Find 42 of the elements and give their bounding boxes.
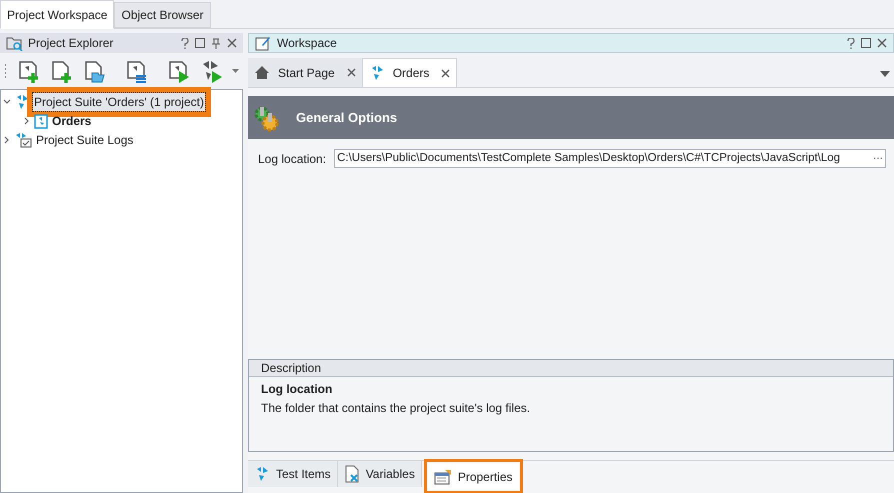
bottom-tab[interactable]: Test Items <box>248 461 338 487</box>
collapsed-chevron-icon[interactable] <box>23 116 31 124</box>
edit-window-icon <box>255 35 271 51</box>
input-field[interactable]: C:\Users\Public\Documents\TestComplete Samples\Desktop\Orders\C#\TCProjects\JavaScript\Log ··· <box>334 149 886 168</box>
maximize-icon <box>195 38 205 48</box>
bottom-tab[interactable]: Properties <box>428 463 519 490</box>
tree-item[interactable]: Orders <box>51 112 92 130</box>
expanded-chevron-icon[interactable] <box>3 98 11 106</box>
project-icon <box>34 112 48 128</box>
tree-item[interactable]: Project Suite Logs <box>35 130 134 148</box>
banner-title: General Options <box>296 108 398 127</box>
grip-icon <box>4 62 7 80</box>
collapsed-chevron-icon[interactable] <box>3 136 11 144</box>
pin-icon <box>211 38 221 48</box>
panel-title: Workspace <box>277 35 337 52</box>
close-icon <box>441 68 450 78</box>
maximize-icon <box>861 38 871 48</box>
document-tab[interactable]: Orders <box>362 58 458 87</box>
close-icon <box>227 38 237 48</box>
tree-item[interactable]: Project Suite 'Orders' (1 project) <box>33 92 205 110</box>
close-icon <box>877 38 887 48</box>
gears-icon <box>252 104 280 132</box>
description-header: Description <box>261 360 322 377</box>
help-icon <box>181 38 189 48</box>
properties-window-icon <box>434 468 452 484</box>
field-label: Log location: <box>258 150 326 168</box>
home-icon <box>254 65 270 80</box>
description-text: The folder that contains the project suite's log files. <box>260 400 532 417</box>
description-title: Log location <box>260 381 334 398</box>
browse-button[interactable]: ··· <box>869 151 883 166</box>
dropdown-caret-icon[interactable] <box>880 71 890 77</box>
document-x-icon <box>344 465 360 483</box>
document-tab[interactable]: Start Page <box>248 58 362 87</box>
panel-tab[interactable]: Project Workspace <box>0 0 114 29</box>
panel-title: Project Explorer <box>28 35 114 52</box>
bottom-tab[interactable]: Variables <box>338 461 422 487</box>
dropdown-caret-icon[interactable] <box>232 69 239 73</box>
tripod-calendar-icon <box>14 132 32 148</box>
close-icon <box>346 68 356 77</box>
panel-tab[interactable]: Object Browser <box>114 2 211 28</box>
folder-search-icon <box>6 35 24 51</box>
help-icon <box>847 38 855 48</box>
